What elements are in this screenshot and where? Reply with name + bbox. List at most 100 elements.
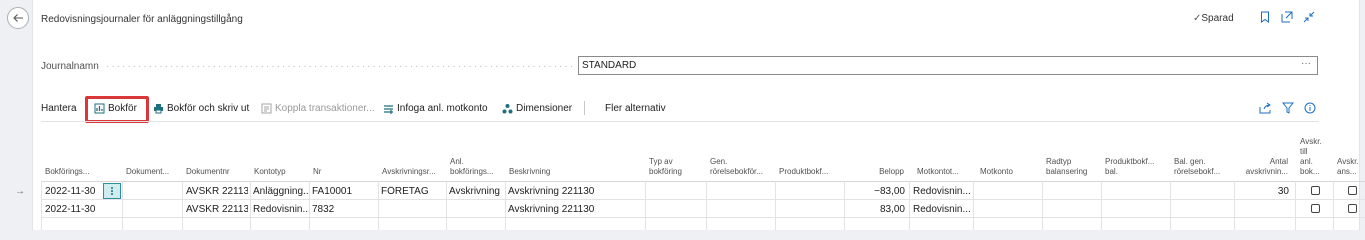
info-icon[interactable] — [1303, 101, 1316, 114]
list-actions — [1259, 101, 1316, 114]
checkbox-dep-until[interactable] — [1311, 186, 1320, 195]
cell-no-of-dep-days[interactable]: 30 — [1237, 186, 1289, 197]
journal-name-value: STANDARD — [582, 60, 637, 71]
cell-bal-account-type[interactable]: Redovisnin... — [913, 204, 972, 215]
cell-no[interactable]: 7832 — [312, 204, 376, 215]
col-divider — [909, 181, 910, 230]
col-balance-type[interactable]: Radtyp balansering — [1046, 157, 1087, 177]
col-description[interactable]: Beskrivning — [509, 167, 550, 177]
collapse-icon[interactable] — [1302, 10, 1316, 24]
col-bal-gen-bus-posting[interactable]: Bal. gen. rörelsebokf... — [1174, 157, 1220, 177]
dimensions-button[interactable]: Dimensioner — [502, 103, 572, 114]
col-bal-account[interactable]: Motkonto — [980, 167, 1013, 177]
cell-depreciation-book[interactable]: FÖRETAG — [381, 186, 445, 197]
label-leader-dots: ········································… — [106, 61, 576, 72]
col-divider — [505, 181, 506, 230]
col-balance-type-line1: Radtyp — [1046, 157, 1072, 166]
dot — [111, 193, 113, 195]
col-dep-acq-line1: Avskr. — [1337, 157, 1359, 166]
cell-description[interactable]: Avskrivning 221130 — [508, 186, 644, 197]
cell-document-no[interactable]: AVSKR 221130 — [186, 186, 248, 197]
col-amount[interactable]: Belopp — [850, 167, 904, 177]
col-divider — [844, 181, 845, 230]
col-dep-until-line3: anl. — [1300, 157, 1313, 166]
cell-fa-posting-type[interactable]: Avskrivning — [449, 186, 505, 197]
cell-account-type[interactable]: Redovisnin... — [253, 204, 309, 215]
manage-menu[interactable]: Hantera — [41, 103, 77, 114]
cell-description[interactable]: Avskrivning 221130 — [508, 204, 644, 215]
col-fa-posting-type-line1: Anl. — [450, 157, 464, 166]
bookmark-icon[interactable] — [1258, 10, 1272, 24]
checkbox-dep-acq[interactable] — [1348, 204, 1357, 213]
col-bal-prod-posting[interactable]: Produktbokf... bal. — [1105, 157, 1154, 177]
col-divider — [1234, 181, 1235, 230]
dot — [111, 187, 113, 189]
col-bal-prod-posting-line2: bal. — [1105, 167, 1118, 176]
col-divider — [1042, 181, 1043, 230]
col-divider — [1295, 181, 1296, 230]
page-actions — [1258, 10, 1316, 24]
col-fa-posting-type-line2: bokförings... — [450, 167, 494, 176]
col-bal-gen-bus-posting-line1: Bal. gen. — [1174, 157, 1206, 166]
col-no[interactable]: Nr — [313, 167, 321, 177]
cell-posting-date[interactable]: 2022-11-30 — [45, 186, 101, 197]
col-account-type[interactable]: Kontotyp — [254, 167, 286, 177]
cell-amount[interactable]: −83,00 — [848, 186, 905, 197]
cell-no[interactable]: FA10001 — [312, 186, 376, 197]
col-no-of-dep-days[interactable]: Antal avskrivnin... — [1238, 157, 1288, 177]
col-divider — [775, 181, 776, 230]
col-bal-prod-posting-line1: Produktbokf... — [1105, 157, 1155, 166]
filter-icon[interactable] — [1281, 101, 1294, 114]
cell-document-no[interactable]: AVSKR 221130 — [186, 204, 248, 215]
page: Redovisningsjournaler för anläggningstil… — [0, 0, 1365, 230]
insert-bal-account-button[interactable]: Infoga anl. motkonto — [383, 103, 488, 114]
current-row-arrow-icon: → — [15, 186, 25, 197]
col-gen-prod-posting[interactable]: Produktbokf... — [779, 167, 828, 177]
toolbar-separator — [41, 121, 1319, 122]
page-title: Redovisningsjournaler för anläggningstil… — [41, 14, 243, 25]
cell-amount[interactable]: 83,00 — [848, 204, 905, 215]
checkbox-dep-acq[interactable] — [1348, 186, 1357, 195]
col-gen-bus-posting[interactable]: Gen. rörelsebokför... — [710, 157, 763, 177]
col-posting-type[interactable]: Typ av bokföring — [649, 157, 682, 177]
col-posting-date[interactable]: Bokförings... — [45, 167, 89, 177]
journal-name-field[interactable]: STANDARD ··· — [578, 56, 1318, 75]
more-options-button[interactable]: Fler alternativ — [605, 103, 666, 114]
grid-header-line — [41, 181, 1365, 182]
toolbar-divider — [584, 101, 585, 115]
share-icon[interactable] — [1259, 101, 1272, 114]
back-button[interactable] — [7, 7, 29, 29]
col-divider — [1101, 181, 1102, 230]
col-document-type[interactable]: Dokument... — [126, 167, 169, 177]
post-and-print-button[interactable]: Bokför och skriv ut — [153, 103, 249, 114]
col-dep-until-line2: till — [1300, 147, 1308, 156]
apply-entries-button[interactable]: Koppla transaktioner... — [261, 103, 375, 114]
col-dep-acq-cost[interactable]: Avskr. ans... — [1337, 157, 1359, 177]
row-actions-button[interactable] — [103, 183, 121, 199]
col-dep-until-line1: Avskr. — [1300, 137, 1322, 146]
col-fa-posting-type[interactable]: Anl. bokförings... — [450, 157, 494, 177]
post-button-highlight — [85, 96, 149, 123]
col-document-no[interactable]: Dokumentnr — [186, 167, 230, 177]
col-no-of-dep-days-line1: Antal — [1269, 157, 1288, 166]
col-dep-until-fa-posting[interactable]: Avskr. till anl. bok... — [1300, 137, 1322, 177]
col-dep-until-line4: bok... — [1300, 167, 1320, 176]
open-new-window-icon[interactable] — [1280, 10, 1294, 24]
col-divider — [1170, 181, 1171, 230]
checkbox-dep-until[interactable] — [1311, 204, 1320, 213]
post-and-print-label: Bokför och skriv ut — [167, 103, 250, 114]
col-bal-gen-bus-posting-line2: rörelsebokf... — [1174, 167, 1221, 176]
cell-posting-date[interactable]: 2022-11-30 — [45, 204, 101, 215]
cell-account-type[interactable]: Anläggning... — [253, 186, 309, 197]
col-depreciation-book[interactable]: Avskrivningsr... — [382, 167, 436, 177]
col-balance-type-line2: balansering — [1046, 167, 1088, 176]
dot — [111, 190, 113, 192]
col-posting-type-line1: Typ av — [649, 157, 673, 166]
col-divider — [706, 181, 707, 230]
dimensions-icon — [502, 103, 513, 114]
cell-bal-account-type[interactable]: Redovisnin... — [913, 186, 972, 197]
col-bal-account-type[interactable]: Motkontot... — [917, 167, 959, 177]
manage-label: Hantera — [41, 103, 77, 114]
lookup-ellipsis[interactable]: ··· — [1301, 58, 1311, 69]
col-divider — [309, 181, 310, 230]
